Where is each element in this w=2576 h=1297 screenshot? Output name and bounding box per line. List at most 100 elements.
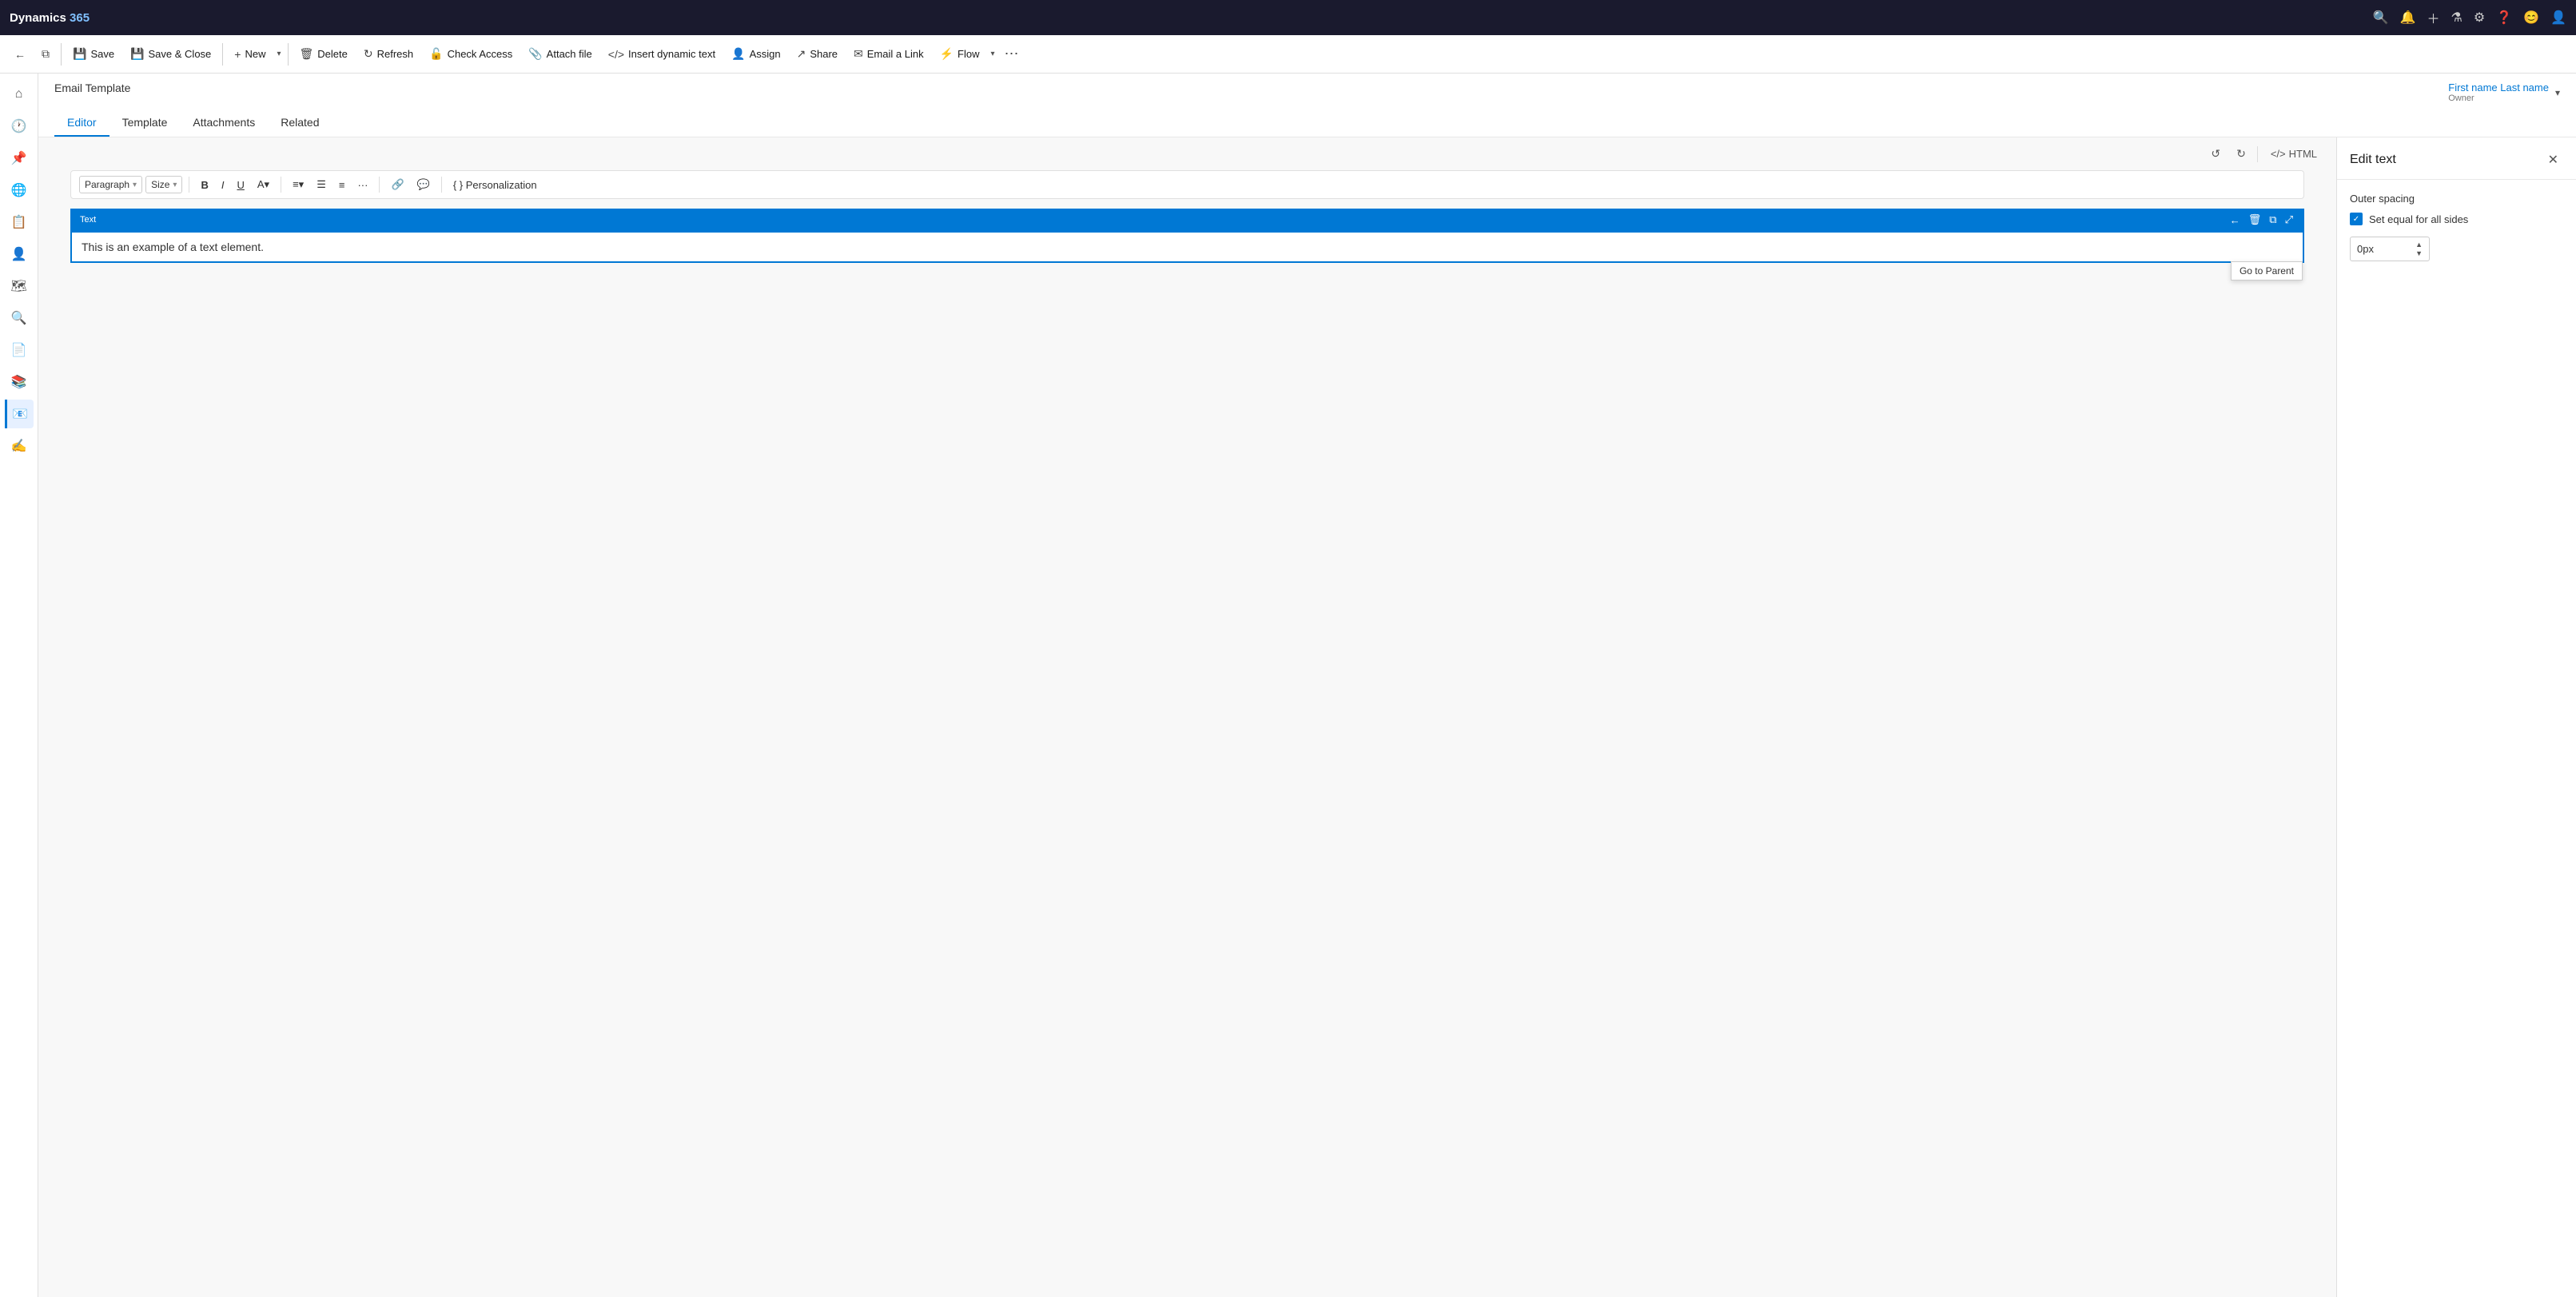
align-button[interactable]: ≡▾ <box>288 176 309 193</box>
bell-icon[interactable]: 🔔 <box>2400 10 2416 26</box>
insert-dynamic-button[interactable]: </> Insert dynamic text <box>600 43 723 66</box>
ordered-list-button[interactable]: ☰ <box>312 176 331 193</box>
comment-button[interactable]: 💬 <box>412 176 435 193</box>
attach-file-button[interactable]: 📎 Attach file <box>520 42 600 66</box>
personalization-label: Personalization <box>466 179 537 191</box>
sidebar-item-search[interactable]: 🔍 <box>5 304 34 332</box>
redo-button[interactable]: ↻ <box>2232 144 2251 164</box>
sidebar-item-globe[interactable]: 🌐 <box>5 176 34 205</box>
text-element[interactable]: Text ← 🗑 ⧉ ⤢ This is an example of a tex… <box>70 209 2304 263</box>
tab-editor[interactable]: Editor <box>54 109 109 137</box>
undo-button[interactable]: ↺ <box>2206 144 2225 164</box>
html-icon: </> <box>2271 148 2286 160</box>
user-icon[interactable]: 👤 <box>2550 10 2566 26</box>
right-panel-title: Edit text <box>2350 153 2396 167</box>
help-icon[interactable]: ❓ <box>2496 10 2512 26</box>
insert-dynamic-icon: </> <box>608 48 624 61</box>
new-button[interactable]: + New <box>226 43 273 66</box>
sidebar-item-templates[interactable]: 📧 <box>5 400 34 428</box>
filter-icon[interactable]: ⚗ <box>2451 10 2463 26</box>
assign-label: Assign <box>750 48 781 60</box>
tab-related[interactable]: Related <box>268 109 332 137</box>
paragraph-label: Paragraph <box>85 179 129 190</box>
tab-template[interactable]: Template <box>109 109 181 137</box>
assign-button[interactable]: 👤 Assign <box>723 42 788 66</box>
share-button[interactable]: ↗ Share <box>789 42 846 66</box>
bold-button[interactable]: B <box>196 177 213 193</box>
editor-top-toolbar: ↺ ↻ </> HTML <box>38 137 2336 170</box>
refresh-button[interactable]: ↻ Refresh <box>356 42 421 66</box>
unordered-list-button[interactable]: ≡ <box>334 177 350 193</box>
sidebar-item-pin[interactable]: 📌 <box>5 144 34 173</box>
goto-parent-tooltip[interactable]: Go to Parent <box>2231 261 2303 280</box>
font-color-button[interactable]: A▾ <box>253 176 274 193</box>
back-button[interactable]: ← <box>6 43 34 66</box>
check-access-icon: 🔓 <box>429 47 443 61</box>
text-element-body[interactable]: This is an example of a text element. Go… <box>70 231 2304 263</box>
check-access-button[interactable]: 🔓 Check Access <box>421 42 520 66</box>
search-icon[interactable]: 🔍 <box>2373 10 2389 26</box>
attach-label: Attach file <box>547 48 592 60</box>
smiley-icon[interactable]: 😊 <box>2523 10 2539 26</box>
flow-button[interactable]: ⚡ Flow <box>932 42 988 66</box>
owner-label: Owner <box>2448 93 2549 103</box>
flow-dropdown-chevron[interactable]: ▾ <box>987 45 997 63</box>
italic-button[interactable]: I <box>217 177 229 193</box>
sidebar-item-book[interactable]: 📚 <box>5 368 34 396</box>
new-label: New <box>245 48 265 60</box>
sidebar-item-docs[interactable]: 📄 <box>5 336 34 364</box>
underline-button[interactable]: U <box>232 177 249 193</box>
paragraph-dropdown[interactable]: Paragraph ▾ <box>79 176 142 193</box>
share-icon: ↗ <box>797 47 806 61</box>
delete-icon: 🗑 <box>300 47 314 61</box>
spacing-down-arrow[interactable]: ▼ <box>2415 249 2423 257</box>
separator-2 <box>222 43 223 66</box>
window-button[interactable]: ⧉ <box>34 42 58 66</box>
attach-icon: 📎 <box>528 47 542 61</box>
spacing-up-arrow[interactable]: ▲ <box>2415 241 2423 249</box>
owner-dropdown-chevron[interactable]: ▾ <box>2555 87 2560 98</box>
more-button[interactable]: ⋯ <box>998 42 1025 66</box>
sidebar-item-contacts[interactable]: 👤 <box>5 240 34 269</box>
refresh-label: Refresh <box>377 48 414 60</box>
move-icon[interactable]: ⤢ <box>2282 212 2296 228</box>
save-label: Save <box>90 48 114 60</box>
spacing-arrows[interactable]: ▲ ▼ <box>2415 241 2423 257</box>
email-link-button[interactable]: ✉ Email a Link <box>846 42 932 66</box>
delete-button[interactable]: 🗑 Delete <box>292 42 356 66</box>
close-panel-button[interactable]: ✕ <box>2543 150 2563 169</box>
tab-attachments[interactable]: Attachments <box>180 109 268 137</box>
checkbox-equal-sides[interactable]: ✓ <box>2350 213 2363 225</box>
app-logo[interactable]: Dynamics 365 <box>10 11 90 25</box>
spacing-input[interactable]: 0px ▲ ▼ <box>2350 237 2430 261</box>
sidebar-item-map[interactable]: 🗺 <box>5 272 34 300</box>
toolbar-separator <box>2257 146 2258 162</box>
arrow-left-icon[interactable]: ← <box>2227 213 2244 228</box>
save-button[interactable]: 💾 Save <box>65 42 122 66</box>
duplicate-icon[interactable]: ⧉ <box>2266 212 2279 228</box>
checkbox-row: ✓ Set equal for all sides <box>2350 213 2563 225</box>
personalization-button[interactable]: { } Personalization <box>448 177 542 193</box>
delete-element-icon[interactable]: 🗑 <box>2245 212 2265 228</box>
sidebar-item-reports[interactable]: 📋 <box>5 208 34 237</box>
more-rt-button[interactable]: ··· <box>352 177 372 193</box>
sidebar-item-home[interactable]: ⌂ <box>5 80 34 109</box>
sidebar-item-sign[interactable]: ✍ <box>5 432 34 460</box>
save-close-button[interactable]: 💾 Save & Close <box>122 42 219 66</box>
editor-canvas[interactable]: ↺ ↻ </> HTML Paragraph ▾ Size <box>38 137 2336 1297</box>
owner-name[interactable]: First name Last name <box>2448 82 2549 93</box>
html-button[interactable]: </> HTML <box>2264 145 2323 163</box>
sidebar-item-recent[interactable]: 🕐 <box>5 112 34 141</box>
text-element-label-badge: Text <box>74 213 102 226</box>
plus-icon[interactable]: ＋ <box>2427 8 2440 27</box>
size-dropdown[interactable]: Size ▾ <box>145 176 182 193</box>
rt-sep-3 <box>379 177 380 193</box>
topbar: Dynamics 365 🔍 🔔 ＋ ⚗ ⚙ ❓ 😊 👤 <box>0 0 2576 35</box>
window-icon: ⧉ <box>42 47 50 61</box>
text-element-wrapper: Text ← 🗑 ⧉ ⤢ This is an example of a tex… <box>70 209 2304 263</box>
settings-icon[interactable]: ⚙ <box>2474 10 2485 26</box>
new-dropdown-chevron[interactable]: ▾ <box>273 45 284 63</box>
editor-area: ↺ ↻ </> HTML Paragraph ▾ Size <box>38 137 2576 1297</box>
right-panel-header: Edit text ✕ <box>2337 137 2576 180</box>
link-button[interactable]: 🔗 <box>386 176 408 193</box>
